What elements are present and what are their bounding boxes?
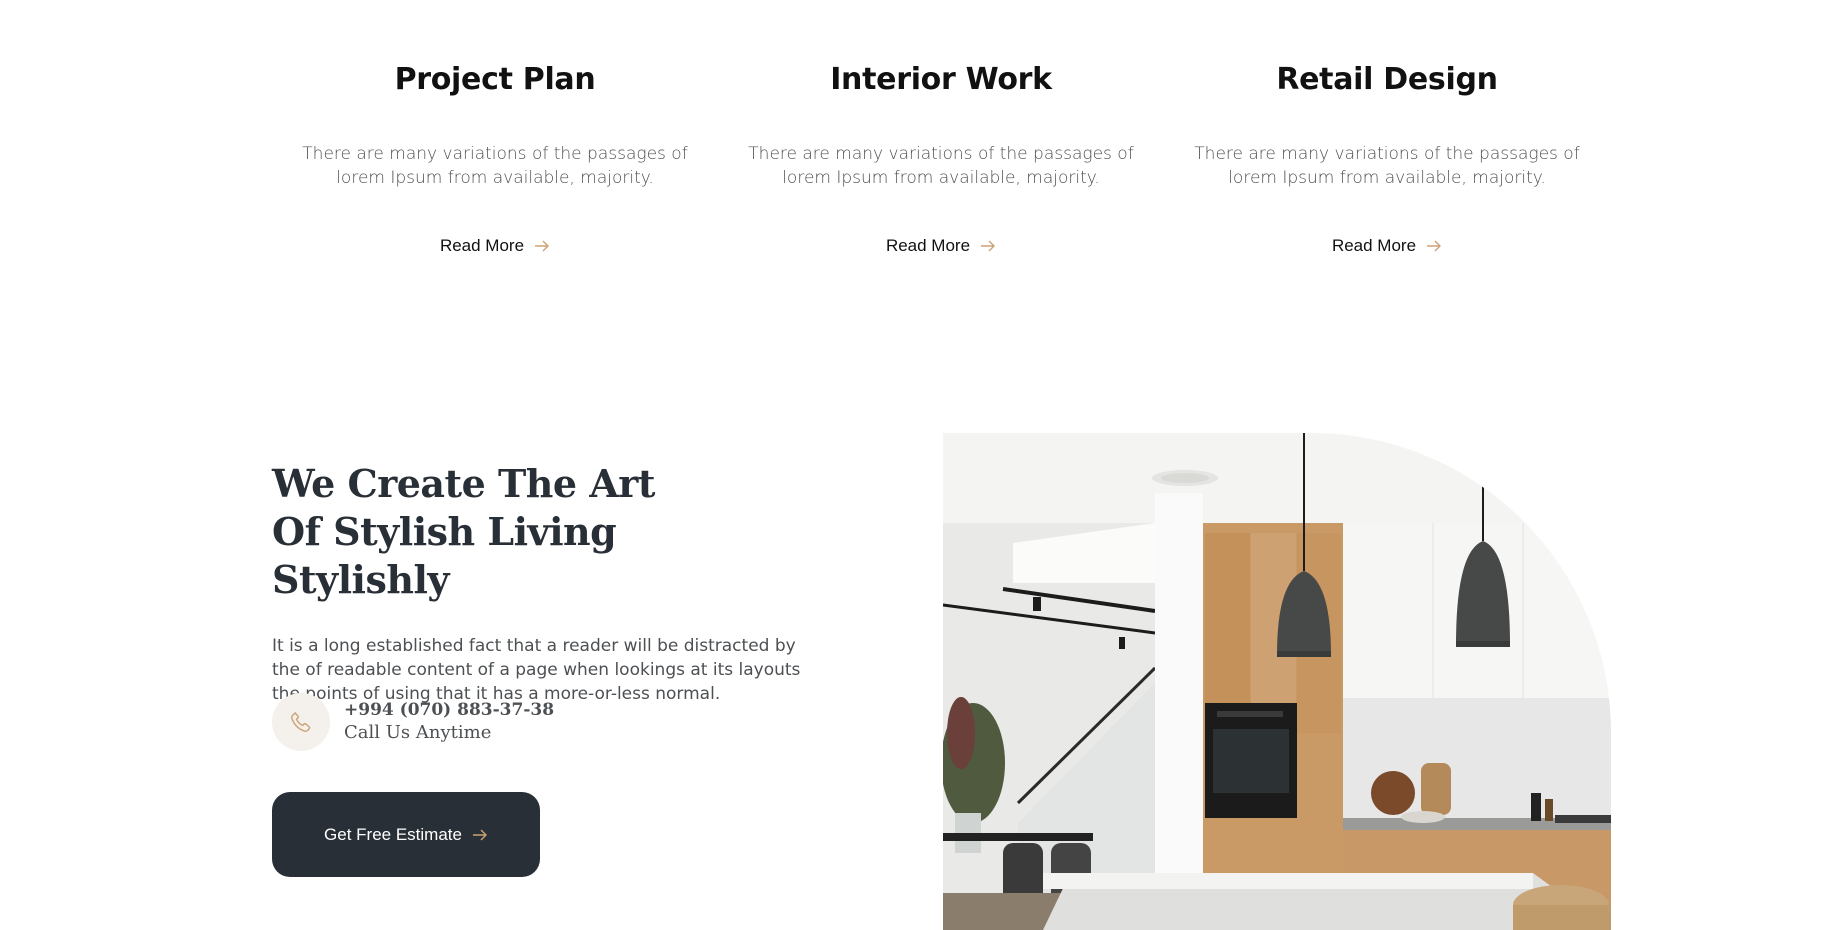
cta-label: Get Free Estimate	[324, 824, 462, 844]
kitchen-photo	[943, 433, 1611, 930]
phone-icon	[291, 712, 311, 732]
arrow-right-icon	[981, 240, 996, 252]
service-description: There are many variations of the passage…	[1194, 144, 1580, 188]
service-card-interior-work: Interior Work There are many variations …	[716, 60, 1166, 256]
service-description: There are many variations of the passage…	[748, 144, 1134, 188]
phone-caption: Call Us Anytime	[344, 722, 492, 743]
phone-number[interactable]: +994 (070) 883-37-38	[344, 699, 554, 721]
services-section: Project Plan There are many variations o…	[0, 0, 1835, 300]
about-heading: We Create The Art Of Stylish Living Styl…	[272, 461, 655, 602]
read-more-link[interactable]: Read More	[1332, 236, 1442, 256]
about-section: We Create The Art Of Stylish Living Styl…	[272, 460, 832, 706]
read-more-label: Read More	[885, 236, 971, 255]
arrow-right-icon	[1427, 240, 1442, 252]
get-free-estimate-button[interactable]: Get Free Estimate	[272, 792, 540, 877]
read-more-label: Read More	[439, 236, 525, 255]
read-more-link[interactable]: Read More	[440, 236, 550, 256]
arrow-right-icon	[472, 829, 487, 840]
arrow-right-icon	[535, 240, 550, 252]
service-title: Retail Design	[1276, 62, 1498, 97]
kitchen-illustration	[943, 433, 1611, 930]
service-card-retail-design: Retail Design There are many variations …	[1162, 60, 1612, 256]
phone-icon-badge[interactable]	[272, 693, 330, 751]
contact-block: +994 (070) 883-37-38 Call Us Anytime	[272, 693, 554, 751]
service-title: Interior Work	[830, 62, 1052, 97]
read-more-label: Read More	[1331, 236, 1417, 255]
service-card-project-plan: Project Plan There are many variations o…	[270, 60, 720, 256]
service-title: Project Plan	[394, 62, 596, 97]
contact-info: +994 (070) 883-37-38 Call Us Anytime	[344, 699, 554, 745]
read-more-link[interactable]: Read More	[886, 236, 996, 256]
service-description: There are many variations of the passage…	[302, 144, 688, 188]
